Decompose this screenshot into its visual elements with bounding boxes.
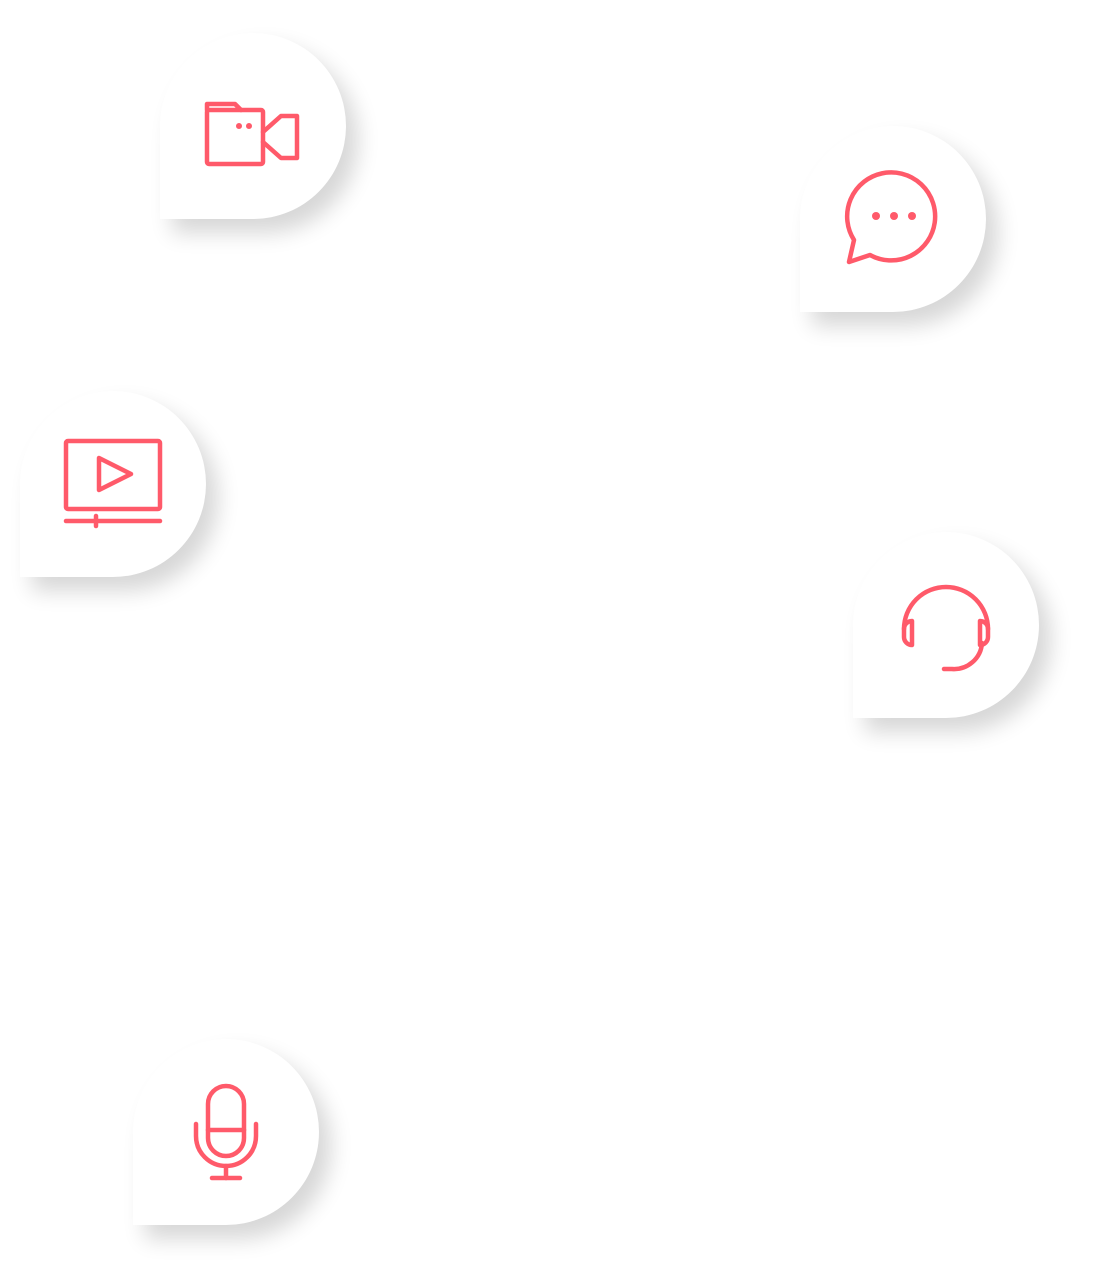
video-camera-bubble[interactable] [160, 33, 346, 219]
microphone-bubble[interactable] [133, 1039, 319, 1225]
headset-icon [894, 573, 998, 677]
page: { "accent_color": "#ff5a6a", "background… [0, 0, 1100, 1273]
video-camera-icon [201, 74, 305, 178]
video-player-icon [61, 432, 165, 536]
chat-bubble-bubble[interactable] [800, 126, 986, 312]
microphone-icon [174, 1080, 278, 1184]
chat-bubble-icon [841, 167, 945, 271]
video-player-bubble[interactable] [20, 391, 206, 577]
headset-bubble[interactable] [853, 532, 1039, 718]
